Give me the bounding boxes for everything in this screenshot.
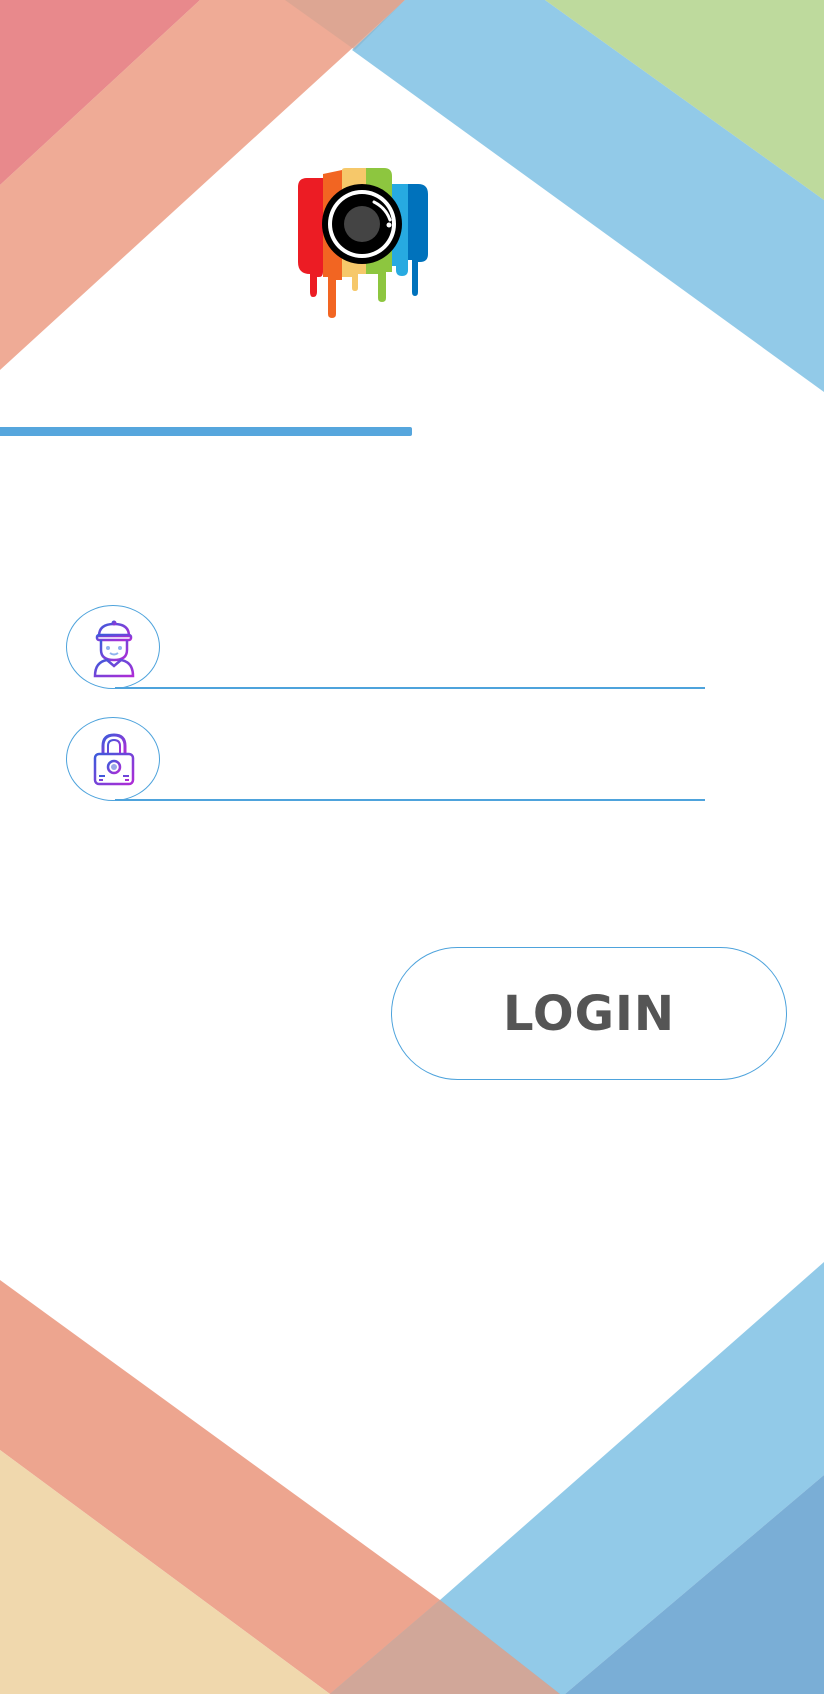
username-underline <box>115 687 705 689</box>
password-row <box>66 717 706 807</box>
login-screen: LOGIN <box>0 0 824 1694</box>
password-input[interactable] <box>176 735 700 787</box>
user-icon <box>93 620 135 678</box>
header-divider <box>0 427 412 436</box>
password-underline <box>115 799 705 801</box>
username-row <box>66 605 706 695</box>
username-icon-circle <box>66 605 160 689</box>
login-button-label: LOGIN <box>502 985 676 1042</box>
login-button[interactable]: LOGIN <box>391 947 787 1080</box>
app-logo-camera-icon <box>298 168 428 318</box>
lock-icon <box>93 733 135 786</box>
username-input[interactable] <box>176 623 700 675</box>
password-icon-circle <box>66 717 160 801</box>
